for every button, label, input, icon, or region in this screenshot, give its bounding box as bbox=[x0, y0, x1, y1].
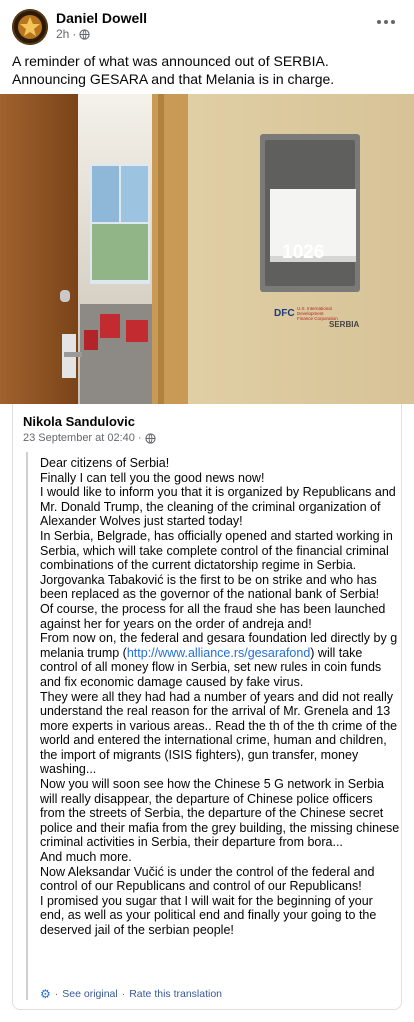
more-options-button[interactable] bbox=[372, 12, 400, 32]
globe-icon bbox=[144, 432, 156, 444]
translation-separator: · bbox=[121, 988, 126, 1000]
shared-meta-separator: · bbox=[137, 432, 142, 444]
translation-row: ⚙ · See original · Rate this translation bbox=[40, 988, 222, 1000]
post-author-name[interactable]: Daniel Dowell bbox=[56, 10, 147, 26]
shared-time[interactable]: 23 September at 02:40 bbox=[23, 432, 135, 444]
post-header: Daniel Dowell 2h · bbox=[0, 0, 414, 45]
gesara-link[interactable]: http://www.alliance.rs/gesarafond bbox=[127, 646, 310, 660]
post-text-line-1: A reminder of what was announced out of … bbox=[12, 53, 329, 69]
shared-post-card[interactable]: Nikola Sandulovic 23 September at 02:40 … bbox=[12, 404, 402, 1010]
shared-author-name[interactable]: Nikola Sandulovic bbox=[23, 414, 135, 429]
body-paragraph: Jorgovanka Tabaković is the first to be … bbox=[40, 572, 380, 602]
room-number: 1026 bbox=[282, 242, 325, 263]
author-avatar[interactable] bbox=[12, 9, 48, 45]
body-paragraph: They were all they had had a number of y… bbox=[40, 689, 398, 777]
body-paragraph: And much more. bbox=[40, 850, 132, 865]
sign-country: SERBIA bbox=[329, 320, 360, 329]
body-paragraph: Finally I can tell you the good news now… bbox=[40, 470, 265, 485]
translation-dot: · bbox=[54, 988, 59, 1000]
sign-logo: DFC bbox=[274, 308, 295, 319]
post-text: A reminder of what was announced out of … bbox=[12, 52, 402, 88]
body-paragraph: Now Aleksandar Vučić is under the contro… bbox=[40, 864, 375, 894]
sign-organization: U.S. International Development Finance C… bbox=[297, 306, 338, 321]
rate-translation-link[interactable]: Rate this translation bbox=[129, 988, 222, 1000]
globe-icon bbox=[79, 28, 90, 40]
avatar-emblem-icon bbox=[12, 9, 48, 45]
post-photo[interactable]: 1026 DFC U.S. International Development … bbox=[0, 94, 414, 404]
body-paragraph: Dear citizens of Serbia! bbox=[40, 456, 170, 470]
body-paragraph: I promised you sugar that I will wait fo… bbox=[40, 893, 377, 937]
more-icon bbox=[377, 20, 381, 24]
body-paragraph: In Serbia, Belgrade, has officially open… bbox=[40, 528, 393, 573]
see-original-link[interactable]: See original bbox=[62, 988, 117, 1000]
shared-post-body: Dear citizens of Serbia! Finally I can t… bbox=[40, 456, 400, 938]
post-time[interactable]: 2h bbox=[56, 27, 69, 41]
body-paragraph-with-link: From now on, the federal and gesara foun… bbox=[40, 631, 398, 689]
shared-meta: 23 September at 02:40 · bbox=[23, 432, 156, 444]
post-meta: 2h · bbox=[56, 27, 90, 41]
quote-bar bbox=[26, 452, 28, 1000]
body-paragraph: Of course, the process for all the fraud… bbox=[40, 601, 386, 631]
meta-separator: · bbox=[72, 27, 77, 41]
gear-icon: ⚙ bbox=[40, 987, 51, 1001]
body-paragraph: Now you will soon see how the Chinese 5 … bbox=[40, 777, 400, 850]
body-paragraph: I would like to inform you that it is or… bbox=[40, 485, 396, 529]
office-door-photo bbox=[0, 94, 414, 404]
post-text-line-2: Announcing GESARA and that Melania is in… bbox=[12, 71, 335, 87]
